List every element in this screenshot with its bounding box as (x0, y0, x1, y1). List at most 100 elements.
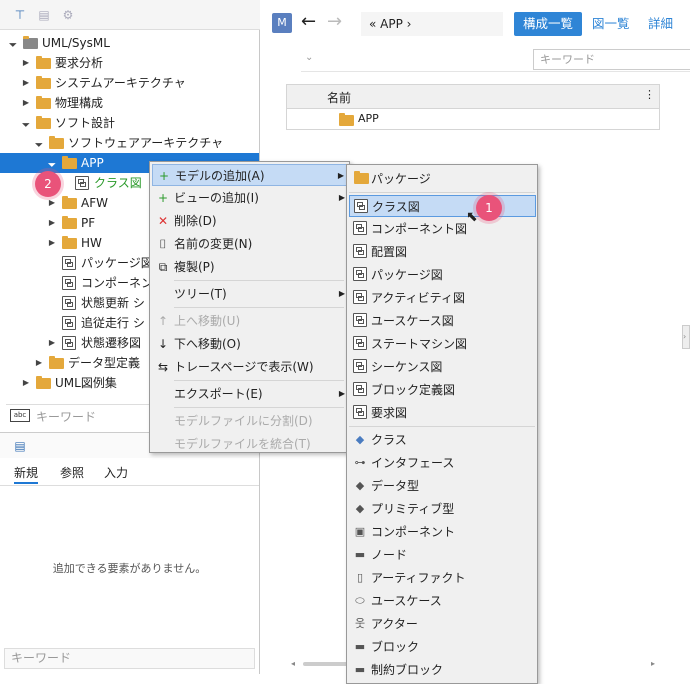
submenu-item[interactable]: ▬ 制約ブロック (349, 659, 536, 681)
diagram-icon (353, 336, 367, 350)
submenu-item[interactable]: パッケージ (349, 168, 536, 190)
context-menu-item[interactable]: + ビューの追加(I) ▶ (152, 187, 348, 209)
submenu-item[interactable]: ▯ アーティファクト (349, 567, 536, 589)
caret-right-icon[interactable]: ▶ (47, 233, 57, 253)
menu-separator (349, 426, 535, 427)
submenu-item[interactable]: アクティビティ図 (349, 287, 536, 309)
context-menu-item[interactable]: ⇆ トレースページで表示(W) (152, 356, 348, 378)
submenu-item[interactable]: パッケージ図 (349, 264, 536, 286)
palette-tabs: 新規 参照 入力 (0, 460, 259, 486)
scroll-right-icon[interactable]: ▸ (651, 659, 655, 668)
caret-right-icon[interactable]: ▶ (21, 53, 31, 73)
name-column-header[interactable]: 名前 (327, 89, 351, 106)
caret-right-icon[interactable]: ▶ (21, 373, 31, 393)
detail-link[interactable]: 詳細 (648, 12, 673, 36)
menu-separator (174, 380, 344, 381)
submenu-item[interactable]: ◆ クラス (349, 429, 536, 451)
settings-icon[interactable]: ⚙ (60, 8, 76, 22)
submenu-item[interactable]: ステートマシン図 (349, 333, 536, 355)
column-menu-icon[interactable]: ⋮ (644, 88, 655, 101)
caret-right-icon[interactable]: ▶ (47, 213, 57, 233)
forward-arrow-icon[interactable]: → (327, 12, 342, 32)
folder-icon (62, 156, 77, 169)
submenu-item[interactable]: ▣ コンポーネント (349, 521, 536, 543)
context-menu-item[interactable]: エクスポート(E) ▶ (152, 383, 348, 405)
caret-right-icon[interactable]: ▶ (34, 353, 44, 373)
submenu-item[interactable]: ◆ データ型 (349, 475, 536, 497)
context-menu-item[interactable]: ⌷ 名前の変更(N) (152, 233, 348, 255)
context-menu-item[interactable]: ツリー(T) ▶ (152, 283, 348, 305)
constraint-icon: ▬ (354, 663, 366, 676)
submenu-item[interactable]: ◆ プリミティブ型 (349, 498, 536, 520)
caret-down-icon[interactable]: ◢ (28, 132, 49, 153)
tree-item[interactable]: ◢ ソフトウェアアーキテクチャ (0, 133, 259, 153)
chevron-down-icon[interactable]: ⌄ (305, 52, 313, 63)
caret-right-icon[interactable]: ▶ (47, 333, 57, 353)
palette-keyword-input[interactable]: キーワード (4, 648, 255, 669)
tree-item[interactable]: ◢ UML/SysML (0, 33, 259, 53)
submenu-item[interactable]: ブロック定義図 (349, 379, 536, 401)
tree-item[interactable]: ▶ システムアーキテクチャ (0, 73, 259, 93)
submenu-item[interactable]: ユースケース図 (349, 310, 536, 332)
menu-item-label: エクスポート(E) (174, 387, 263, 401)
tab-input[interactable]: 入力 (104, 464, 128, 484)
submenu-item-label: アクター (371, 617, 418, 631)
tree-item[interactable]: ▶ 要求分析 (0, 53, 259, 73)
context-menu-item[interactable]: モデルファイルに分割(D) (152, 410, 348, 432)
tab-new[interactable]: 新規 (14, 464, 39, 484)
submenu-item-label: ステートマシン図 (371, 337, 468, 351)
diagram-icon (353, 313, 367, 327)
breadcrumb[interactable]: « APP › (361, 12, 503, 36)
submenu-item[interactable]: ⊶ インタフェース (349, 452, 536, 474)
submenu-item[interactable]: コンポーネント図 (349, 218, 536, 240)
submenu-item[interactable]: ▬ ブロック (349, 636, 536, 658)
submenu-item-label: クラス (371, 433, 407, 447)
caret-right-icon[interactable]: ▶ (21, 73, 31, 93)
submenu-item-label: ユースケース図 (371, 314, 454, 328)
tree-item[interactable]: ▶ 物理構成 (0, 93, 259, 113)
menu-item-label: モデルファイルを統合(T) (174, 437, 311, 451)
folder-icon (36, 56, 51, 69)
context-menu-item[interactable]: ✕ 削除(D) (152, 210, 348, 232)
submenu-item-label: 配置図 (371, 245, 408, 259)
menu-separator (349, 192, 535, 193)
panel-collapse-handle[interactable]: › (682, 325, 690, 349)
caret-right-icon[interactable]: ▶ (21, 93, 31, 113)
datatype-icon: ◆ (355, 479, 365, 492)
diagram-list-link[interactable]: 図一覧 (592, 12, 630, 36)
view-filter-bar: ⌄ キーワード (301, 48, 690, 72)
context-menu-item[interactable]: ↓ 下へ移動(O) (152, 333, 348, 355)
actor-icon: 웃 (354, 617, 366, 630)
structure-list-button[interactable]: 構成一覧 (514, 12, 582, 36)
submenu-item[interactable]: ▬ ノード (349, 544, 536, 566)
scroll-left-icon[interactable]: ◂ (291, 659, 295, 668)
context-menu-item[interactable]: ↑ 上へ移動(U) (152, 310, 348, 332)
tree-item[interactable]: ◢ ソフト設計 (0, 113, 259, 133)
context-menu-item[interactable]: ⧉ 複製(P) (152, 256, 348, 278)
model-button[interactable]: M (272, 13, 292, 33)
submenu-item[interactable]: ⬭ ユースケース (349, 590, 536, 612)
tree-item-label: ソフトウェアアーキテクチャ (68, 136, 224, 150)
menu-separator (174, 280, 344, 281)
menu-separator (174, 307, 344, 308)
submenu-item[interactable]: 要求図 (349, 402, 536, 424)
submenu-item[interactable]: 配置図 (349, 241, 536, 263)
folder-icon (36, 76, 51, 89)
back-arrow-icon[interactable]: ← (301, 12, 316, 32)
keyword-search-input[interactable]: キーワード (533, 49, 690, 70)
submenu-arrow-icon: ▶ (338, 289, 345, 298)
model-tree-icon[interactable]: ⊤ (12, 8, 28, 22)
caret-down-icon[interactable]: ◢ (15, 112, 36, 133)
context-menu-item[interactable]: モデルファイルを統合(T) (152, 433, 348, 455)
submenu-item[interactable]: クラス図 (349, 195, 536, 217)
context-menu-item[interactable]: + モデルの追加(A) ▶ (152, 164, 348, 186)
submenu-item[interactable]: 웃 アクター (349, 613, 536, 635)
submenu-item[interactable]: シーケンス図 (349, 356, 536, 378)
caret-down-icon[interactable]: ◢ (2, 32, 23, 53)
folder-icon (49, 356, 64, 369)
submenu-arrow-icon: ▶ (337, 171, 344, 180)
table-row[interactable]: APP (287, 110, 659, 130)
tab-reference[interactable]: 参照 (60, 464, 84, 484)
diagram-icon (353, 221, 367, 235)
list-icon[interactable]: ▤ (36, 8, 52, 22)
